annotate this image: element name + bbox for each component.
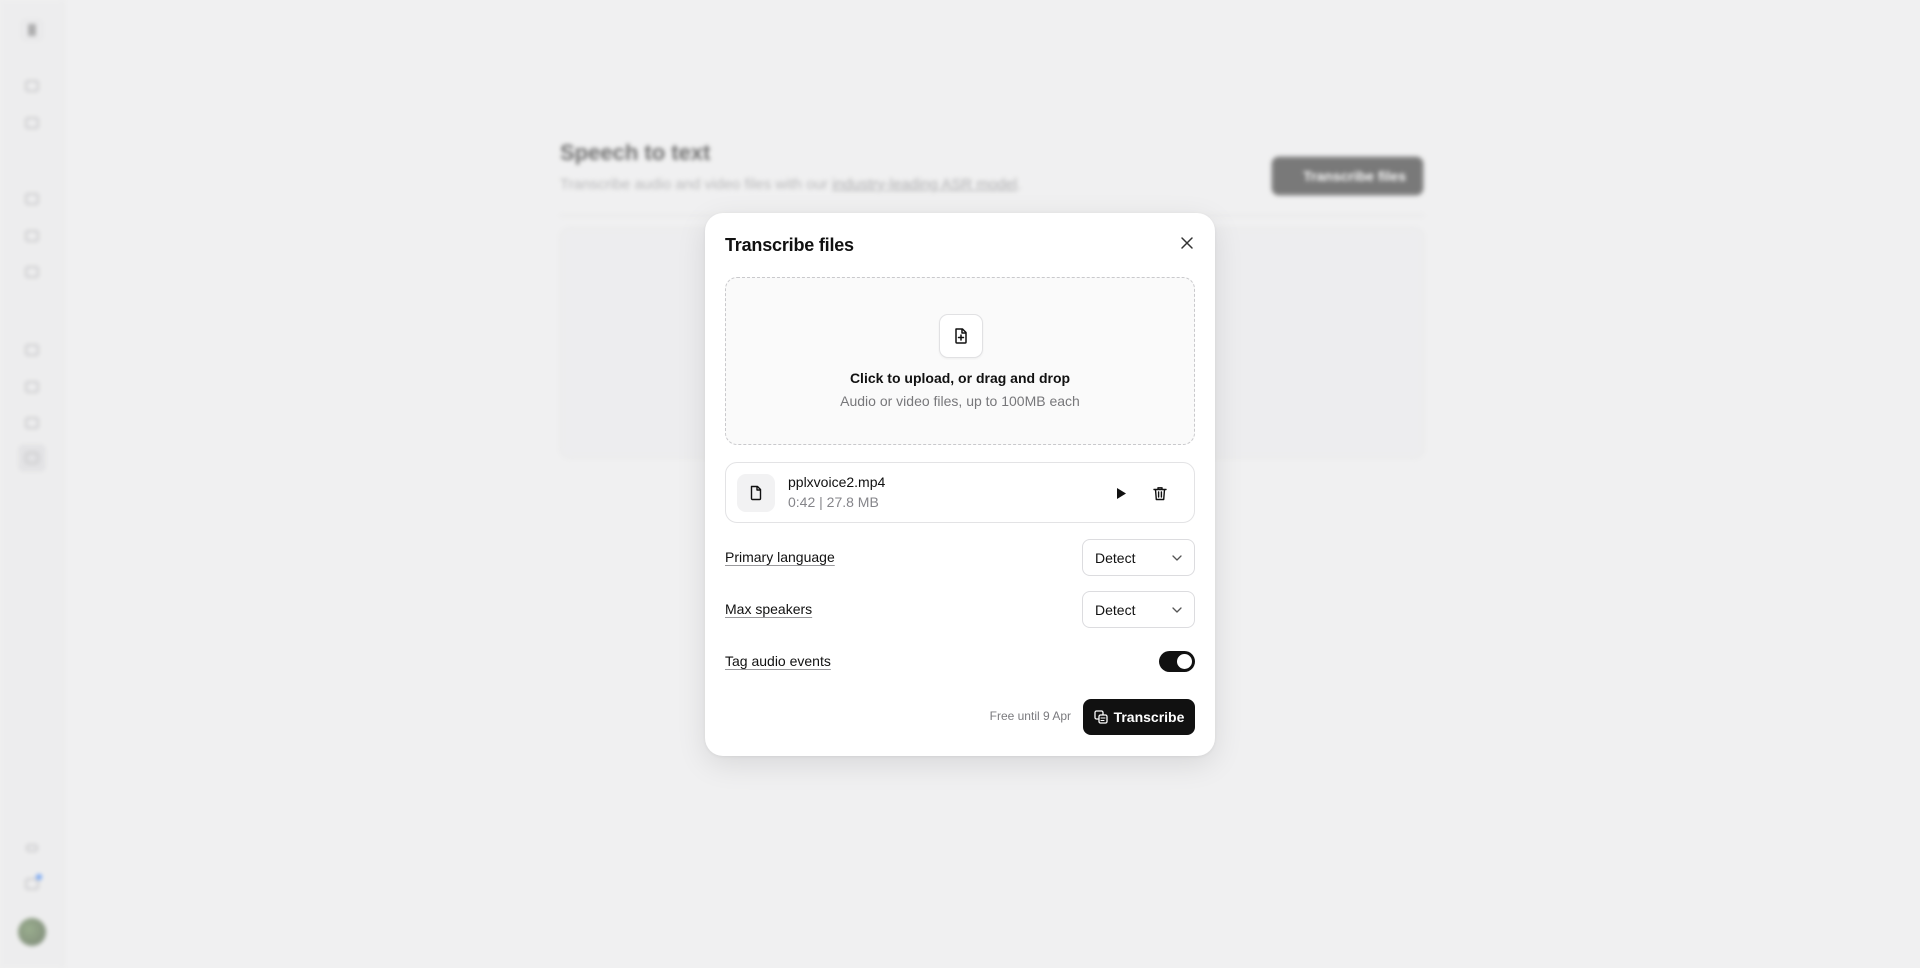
upload-dropzone[interactable]: Click to upload, or drag and drop Audio … (725, 277, 1195, 445)
toggle-knob (1177, 654, 1192, 669)
transcribe-icon (1093, 710, 1108, 724)
play-button[interactable] (1110, 482, 1132, 504)
chevron-down-icon (1172, 554, 1182, 561)
transcribe-button[interactable]: Transcribe (1083, 699, 1195, 735)
close-icon (1181, 237, 1193, 249)
file-item: pplxvoice2.mp4 0:42 | 27.8 MB (725, 462, 1195, 523)
tag-audio-events-label: Tag audio events (725, 653, 831, 669)
max-speakers-select[interactable]: Detect (1082, 591, 1195, 628)
dropzone-title: Click to upload, or drag and drop (849, 370, 1071, 386)
play-icon (1117, 487, 1126, 499)
tag-audio-events-toggle[interactable] (1159, 651, 1195, 672)
primary-language-value: Detect (1095, 549, 1136, 566)
transcribe-files-dialog: Transcribe files Click to upload, or dra… (705, 213, 1215, 756)
max-speakers-value: Detect (1095, 601, 1136, 618)
file-icon (737, 474, 775, 512)
dialog-title: Transcribe files (725, 235, 854, 255)
close-button[interactable] (1175, 231, 1199, 255)
transcribe-button-label: Transcribe (1113, 709, 1185, 725)
dropzone-subtitle: Audio or video files, up to 100MB each (840, 393, 1080, 409)
file-upload-icon (939, 314, 983, 358)
trash-icon (1153, 486, 1167, 500)
file-name: pplxvoice2.mp4 (788, 474, 886, 490)
delete-file-button[interactable] (1149, 482, 1171, 504)
primary-language-select[interactable]: Detect (1082, 539, 1195, 576)
free-until-note: Free until 9 Apr (989, 709, 1071, 723)
max-speakers-label: Max speakers (725, 601, 813, 617)
file-meta: 0:42 | 27.8 MB (788, 494, 879, 510)
chevron-down-icon (1172, 606, 1182, 613)
primary-language-label: Primary language (725, 549, 835, 565)
